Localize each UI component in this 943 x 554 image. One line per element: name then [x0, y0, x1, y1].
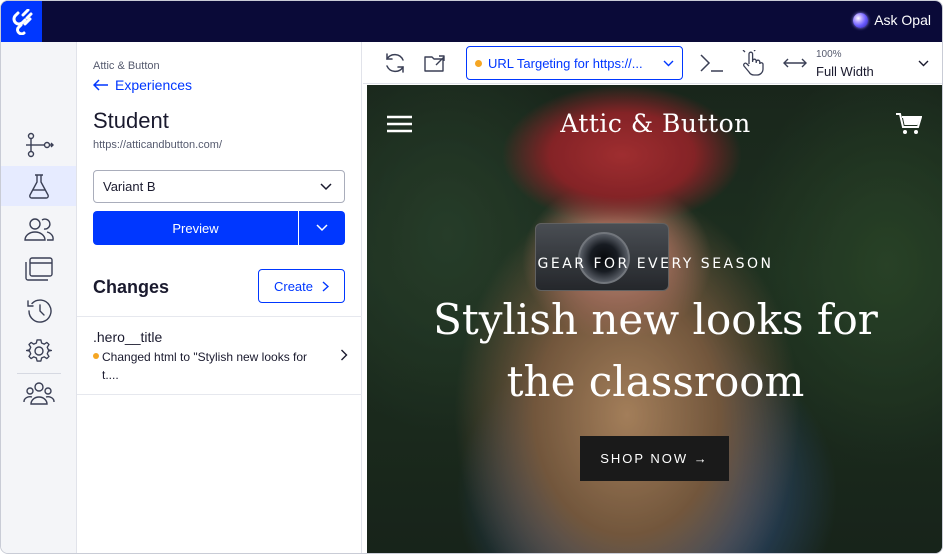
rail-item-pages[interactable]	[1, 249, 76, 289]
chevron-down-icon	[320, 182, 332, 190]
cart-icon[interactable]	[896, 113, 922, 135]
gear-icon	[25, 339, 52, 362]
folder-export-icon	[424, 55, 445, 72]
url-targeting-dropdown[interactable]: URL Targeting for https://...	[466, 46, 683, 80]
audiences-icon	[23, 218, 54, 241]
width-mode[interactable]: Full Width	[816, 64, 874, 79]
unsaved-status-dot	[93, 353, 99, 359]
top-bar: Ask Opal	[1, 1, 942, 42]
variant-select-value: Variant B	[103, 179, 156, 194]
changes-heading: Changes	[93, 277, 170, 297]
experience-panel: Attic & Button Experiences Student https…	[77, 42, 362, 553]
history-icon	[26, 299, 52, 323]
code-console-button[interactable]	[699, 51, 725, 75]
resize-horizontal-icon	[783, 58, 807, 68]
ask-opal-label: Ask Opal	[874, 12, 931, 28]
hero-eyebrow: GEAR FOR EVERY SEASON	[537, 256, 774, 272]
refresh-icon	[386, 53, 404, 73]
flask-icon	[28, 174, 49, 199]
shop-now-button[interactable]: SHOP NOW →	[580, 436, 729, 481]
url-targeting-label: URL Targeting for https://...	[488, 55, 643, 71]
rail-item-flow[interactable]	[1, 125, 76, 165]
back-link-label: Experiences	[115, 77, 193, 93]
rail-item-settings[interactable]	[1, 331, 76, 371]
preview-button[interactable]: Preview	[93, 211, 298, 245]
rail-item-experiments[interactable]	[1, 166, 76, 206]
change-description: Changed html to "Stylish new looks for t…	[102, 350, 308, 382]
nav-rail	[1, 42, 77, 553]
optimizely-logo[interactable]	[1, 1, 42, 42]
rail-item-collaborators[interactable]	[1, 373, 76, 413]
chevron-right-icon	[341, 349, 348, 361]
open-in-new-button[interactable]	[422, 51, 448, 75]
terminal-icon	[700, 54, 723, 72]
flow-icon	[25, 132, 54, 158]
interactive-mode-button[interactable]	[740, 50, 766, 76]
variant-select[interactable]: Variant B	[93, 170, 345, 203]
arrow-left-icon	[93, 79, 108, 91]
hero-title[interactable]: Stylish new looks for the classroom	[397, 289, 914, 413]
width-toggle-button[interactable]	[782, 51, 808, 75]
app-window: Ask Opal Attic & Button Experiences Stud…	[0, 0, 943, 554]
editor-toolbar: URL Targeting for https://... 100% Full …	[363, 42, 942, 84]
experience-title: Student	[93, 108, 169, 133]
zoom-level: 100%	[816, 49, 842, 60]
chevron-right-icon	[322, 280, 330, 292]
refresh-button[interactable]	[382, 51, 408, 75]
pages-icon	[24, 257, 53, 281]
project-name: Attic & Button	[93, 60, 160, 72]
logo-icon	[12, 8, 32, 35]
pointer-hand-icon	[742, 50, 764, 76]
back-to-experiences-link[interactable]: Experiences	[93, 77, 192, 93]
collaborators-icon	[22, 382, 55, 405]
ask-opal-button[interactable]: Ask Opal	[853, 12, 931, 28]
rail-item-history[interactable]	[1, 291, 76, 331]
preview-options-button[interactable]	[299, 211, 345, 245]
experience-url: https://atticandbutton.com/	[93, 139, 223, 151]
url-status-dot	[475, 59, 482, 67]
chevron-down-icon	[663, 60, 674, 66]
change-list-item[interactable]: .hero__title Changed html to "Stylish ne…	[77, 316, 362, 395]
change-selector: .hero__title	[93, 329, 163, 345]
chevron-down-icon	[316, 224, 328, 232]
site-preview[interactable]: Attic & Button GEAR FOR EVERY SEASON Sty…	[367, 85, 942, 553]
opal-orb-icon	[853, 12, 869, 28]
chevron-down-icon[interactable]	[918, 60, 929, 67]
create-button-label: Create	[273, 278, 314, 294]
site-logo[interactable]: Attic & Button	[367, 109, 942, 138]
rail-item-audiences[interactable]	[1, 209, 76, 249]
create-change-button[interactable]: Create	[258, 269, 345, 303]
